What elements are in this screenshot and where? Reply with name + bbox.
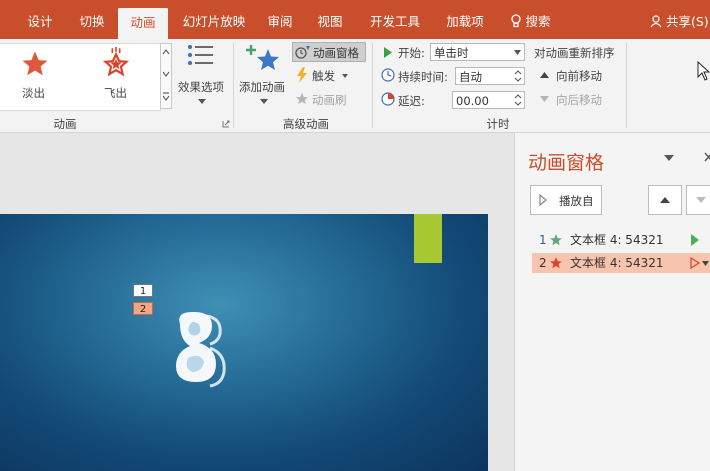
lightbulb-icon [510, 14, 521, 28]
green-play-icon [691, 234, 699, 246]
animated-text-figure[interactable] [166, 308, 236, 388]
group-separator [233, 43, 234, 128]
tab-review[interactable]: 审阅 [262, 0, 298, 39]
dropdown-arrow-icon [198, 99, 206, 104]
share-button[interactable]: 共享(S) [650, 0, 710, 39]
item-number: 2 [539, 256, 547, 270]
add-animation-star-icon [246, 45, 279, 70]
clock-icon [381, 68, 395, 82]
slide-accent-bar [414, 214, 442, 263]
reorder-title: 对动画重新排序 [534, 46, 615, 60]
delay-clock-icon [381, 92, 395, 106]
triangle-up-icon [540, 72, 549, 78]
chevron-up-icon [162, 49, 170, 55]
share-label: 共享(S) [665, 14, 709, 29]
spinner-arrows-icon[interactable] [514, 93, 522, 107]
outline-play-icon [690, 257, 700, 269]
chevron-down-icon [162, 71, 170, 77]
fly-in-star-icon [102, 47, 130, 77]
animation-list-item-1[interactable]: 1 文本框 4: 54321 [532, 230, 710, 250]
effect-options-icon [188, 45, 213, 65]
effect-options-button[interactable]: 效果选项 [176, 43, 230, 111]
move-later-button[interactable]: 向后移动 [538, 91, 618, 109]
gallery-scroll[interactable] [160, 43, 172, 109]
duration-spinner[interactable]: 自动 [455, 67, 525, 85]
dropdown-arrow-icon [260, 99, 268, 104]
item-label: 文本框 4: 54321 [570, 256, 664, 270]
close-icon[interactable] [704, 152, 710, 162]
pane-move-up-button[interactable] [648, 185, 682, 215]
play-from-button[interactable]: 播放自 [530, 185, 602, 215]
animation-pane [514, 133, 710, 471]
tab-slideshow[interactable]: 幻灯片放映 [176, 0, 252, 39]
animation-marker-2[interactable]: 2 [133, 302, 153, 315]
item-label: 文本框 4: 54321 [570, 233, 664, 247]
delay-label: 延迟: [398, 94, 425, 108]
spinner-arrows-icon[interactable] [514, 69, 522, 83]
mouse-cursor-icon [697, 61, 710, 81]
group-label-animation: 动画 [53, 117, 77, 131]
tab-view[interactable]: 视图 [312, 0, 348, 39]
lightning-icon [297, 67, 307, 83]
dropdown-arrow-icon [342, 74, 348, 78]
tell-me-search[interactable]: 搜索 [506, 0, 554, 39]
user-icon [650, 15, 662, 28]
delay-value: 00.00 [456, 94, 489, 108]
group-separator [626, 43, 627, 128]
animation-list-item-2[interactable]: 2 文本框 4: 54321 [532, 253, 710, 273]
triangle-down-icon [540, 96, 549, 102]
tab-animations[interactable]: 动画 [118, 8, 168, 39]
start-label: 开始: [398, 46, 425, 60]
trigger-button[interactable]: 触发 [292, 66, 352, 86]
item-number: 1 [539, 233, 547, 247]
duration-value: 自动 [459, 70, 482, 84]
start-value: 单击时 [434, 46, 469, 60]
group-separator [372, 43, 373, 128]
triangle-down-icon [696, 197, 706, 203]
move-earlier-button[interactable]: 向前移动 [538, 67, 618, 85]
item-dropdown-icon[interactable] [702, 261, 709, 266]
play-icon [384, 47, 392, 58]
animation-pane-icon [295, 46, 310, 59]
animation-painter-icon [296, 93, 308, 104]
animation-painter-button[interactable]: 动画刷 [292, 90, 356, 110]
fade-star-icon [22, 51, 48, 76]
tab-design[interactable]: 设计 [20, 0, 60, 39]
tab-addins[interactable]: 加载项 [440, 0, 490, 39]
search-label: 搜索 [525, 14, 551, 29]
ribbon-tab-bar: 设计 切换 动画 幻灯片放映 审阅 视图 开发工具 加载项 搜索 共享(S) [0, 0, 710, 39]
star-icon [550, 257, 562, 269]
duration-label: 持续时间: [398, 70, 448, 84]
group-label-advanced: 高级动画 [283, 117, 329, 131]
animation-pane-button[interactable]: 动画窗格 [292, 42, 366, 62]
delay-spinner[interactable]: 00.00 [452, 91, 525, 109]
gallery-item-fade[interactable]: 淡出 [12, 47, 58, 107]
ribbon: 淡出 飞出 效果选项 动画 添加动画 动画窗格 触发 动画刷 高级动画 开始: … [0, 39, 710, 133]
star-icon [550, 234, 562, 246]
start-select[interactable]: 单击时 [430, 43, 525, 61]
tab-developer[interactable]: 开发工具 [364, 0, 426, 39]
more-icon [162, 92, 170, 101]
pane-options-chevron-icon[interactable] [664, 155, 674, 161]
tab-transitions[interactable]: 切换 [70, 0, 114, 39]
animation-marker-1[interactable]: 1 [133, 284, 153, 297]
pane-title: 动画窗格 [528, 152, 605, 174]
pane-move-down-button[interactable] [686, 185, 710, 215]
play-outline-icon [539, 194, 547, 206]
group-label-timing: 计时 [486, 117, 510, 131]
gallery-item-fly-in[interactable]: 飞出 [90, 47, 140, 107]
dialog-launcher-icon[interactable] [222, 120, 230, 128]
chevron-down-icon [514, 50, 521, 55]
triangle-up-icon [660, 197, 670, 203]
add-animation-button[interactable]: 添加动画 [238, 43, 290, 111]
